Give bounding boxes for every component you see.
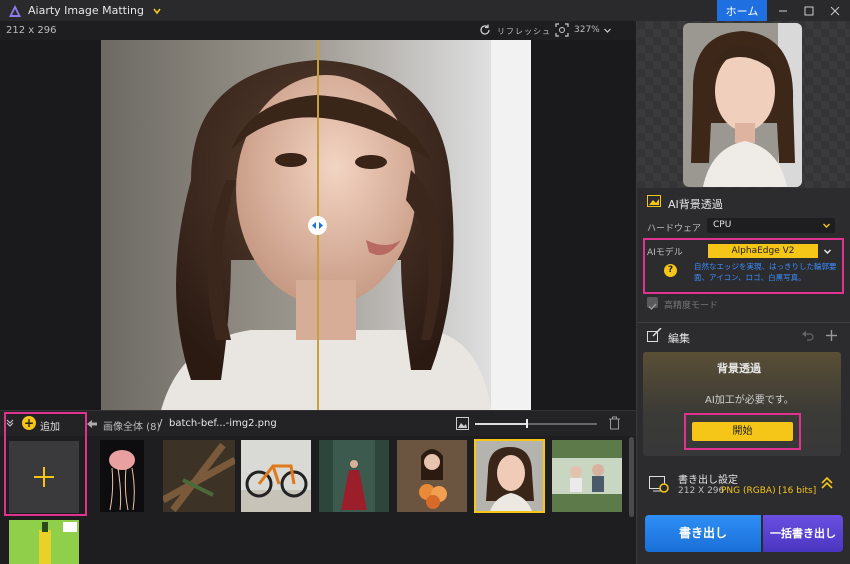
thumbnail-couple[interactable] [552,440,622,512]
title-bar: Aiarty Image Matting ホーム [0,0,850,21]
thumbnail-jellyfish[interactable] [100,440,144,512]
slider-fill [475,423,527,425]
thumbnail-bicycle[interactable] [241,440,311,512]
thumbnail-woman-red-dress[interactable] [319,440,389,512]
batch-export-button[interactable]: 一括書き出し [763,515,843,552]
export-settings-title: 書き出し設定 [678,475,738,486]
hq-mode-label: 高精度モード [664,301,719,311]
ai-section-title: AI背景透過 [668,198,723,211]
thumbnail-green-bottle[interactable] [9,520,79,564]
hardware-label: ハードウェア [647,224,702,234]
compare-handle[interactable] [308,216,327,235]
chevron-up-double-icon[interactable] [821,477,833,489]
ai-model-label: AIモデル [647,248,683,258]
divider [637,322,850,323]
zoom-level[interactable]: 327% [574,25,600,35]
chevron-down-icon[interactable] [823,247,832,256]
ai-transparent-icon [647,195,661,207]
ai-model-select[interactable]: AlphaEdge V2 [708,244,818,258]
thumbnail-woman-portrait-selected[interactable] [474,439,545,513]
thumbnail-size-slider[interactable] [475,419,597,428]
back-arrow-icon[interactable] [86,418,98,430]
batch-toolbar: + 追加 画像全体 (8) / batch-bef...-img2.png [0,410,636,436]
export-format: PNG (RGBA) [16 bits] [721,486,817,496]
app-title: Aiarty Image Matting [28,4,144,17]
maximize-icon[interactable] [796,0,822,21]
slider-knob[interactable] [526,419,529,428]
add-highlight-frame [4,412,87,516]
close-icon[interactable] [822,0,848,21]
hq-mode-checkbox[interactable] [647,297,658,311]
edit-section-title: 編集 [668,332,690,345]
chevron-down-icon[interactable] [603,26,612,35]
app-logo-icon [9,4,21,17]
preview-toolbar: 212 x 296 リフレッシュ 327% [0,21,636,40]
minimize-icon[interactable] [770,0,796,21]
bg-removal-title: 背景透過 [717,362,761,375]
image-size-icon [456,417,469,430]
arrows-left-right-icon [312,222,323,229]
trash-icon[interactable] [608,416,621,430]
export-settings-icon [649,476,669,493]
thumbnail-strip [0,436,636,564]
hardware-value: CPU [713,220,732,230]
refresh-button[interactable]: リフレッシュ [497,26,551,37]
image-dimensions: 212 x 296 [6,25,57,36]
app-window: Aiarty Image Matting ホーム 212 x 296 リフレッシ… [0,0,850,564]
thumbnail-branch[interactable] [163,440,235,512]
side-panel: AI背景透過 ハードウェア CPU AIモデル AlphaEdge V2 ? 自… [636,21,850,564]
result-preview-image [683,23,802,187]
chevron-down-icon[interactable] [152,6,162,16]
thumbnail-scrollbar[interactable] [629,437,634,517]
edit-icon [647,328,662,342]
ai-required-text: AI加工が必要です。 [705,395,794,406]
undo-icon[interactable] [802,330,814,341]
hardware-select[interactable]: CPU [707,218,835,233]
chevron-down-icon [823,223,830,228]
zoom-fit-icon[interactable] [555,23,569,37]
add-edit-icon[interactable] [826,330,837,341]
breadcrumb-all-images[interactable]: 画像全体 (8) [103,418,160,433]
start-button[interactable]: 開始 [692,422,793,441]
export-dimensions: 212 X 296 [678,486,725,496]
help-icon[interactable]: ? [664,264,677,277]
thumbnail-woman-flowers[interactable] [397,440,467,512]
breadcrumb-current-file: batch-bef...-img2.png [169,418,277,429]
export-button[interactable]: 書き出し [645,515,761,552]
refresh-icon[interactable] [478,23,492,37]
ai-model-description: 自然なエッジを実現、はっきりした輪郭要面、アイコン、ロゴ、白黒写真。 [694,262,837,282]
home-button[interactable]: ホーム [717,0,767,21]
result-preview [637,21,850,188]
breadcrumb-separator: / [159,418,163,429]
